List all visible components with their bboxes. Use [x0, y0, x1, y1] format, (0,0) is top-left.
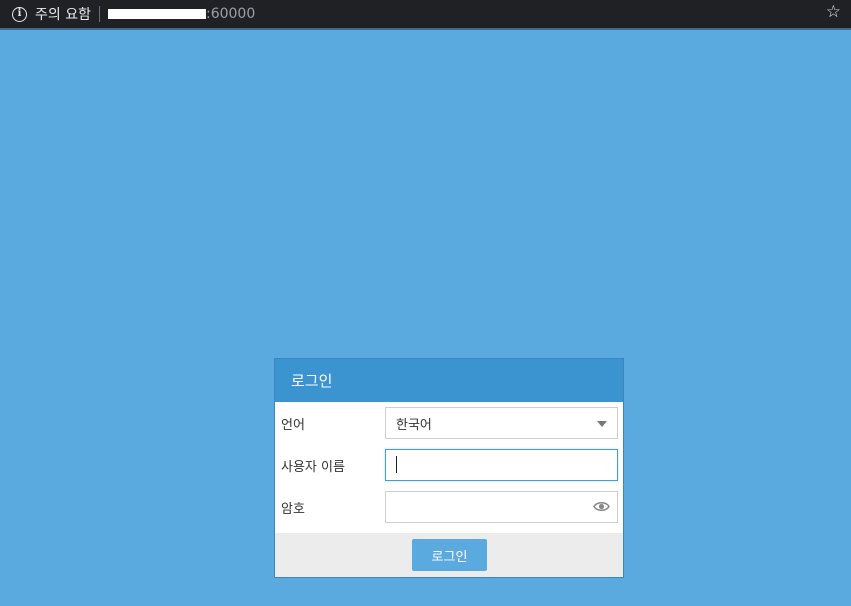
language-select[interactable]: 한국어: [385, 407, 618, 439]
security-status[interactable]: 주의 요함: [35, 4, 91, 24]
username-row: 사용자 이름: [275, 449, 623, 481]
language-selected-value: 한국어: [396, 417, 432, 433]
language-row: 언어 한국어: [275, 407, 623, 439]
star-icon[interactable]: ☆: [826, 4, 841, 21]
address-url[interactable]: :60000: [107, 6, 256, 22]
username-input[interactable]: [385, 449, 618, 481]
username-label: 사용자 이름: [281, 460, 345, 475]
eye-icon[interactable]: [593, 500, 610, 513]
password-row: 암호: [275, 491, 623, 523]
dialog-footer: 로그인: [275, 533, 623, 577]
chevron-down-icon: [597, 421, 607, 427]
url-port: :60000: [205, 6, 256, 22]
redacted-host: [107, 9, 206, 19]
dialog-header: 로그인: [275, 359, 623, 402]
browser-bar-border: [0, 28, 851, 30]
password-input[interactable]: [385, 491, 618, 523]
info-icon[interactable]: i: [12, 6, 27, 22]
browser-address-bar: i 주의 요함 :60000 ☆: [0, 0, 851, 28]
login-button[interactable]: 로그인: [412, 539, 487, 571]
dialog-title: 로그인: [291, 372, 333, 390]
address-separator: [98, 6, 100, 22]
login-dialog: 로그인 언어 한국어 사용자 이름 암호 로그인: [274, 358, 624, 578]
language-label: 언어: [281, 418, 305, 433]
password-label: 암호: [281, 502, 305, 517]
text-caret: [396, 456, 397, 473]
